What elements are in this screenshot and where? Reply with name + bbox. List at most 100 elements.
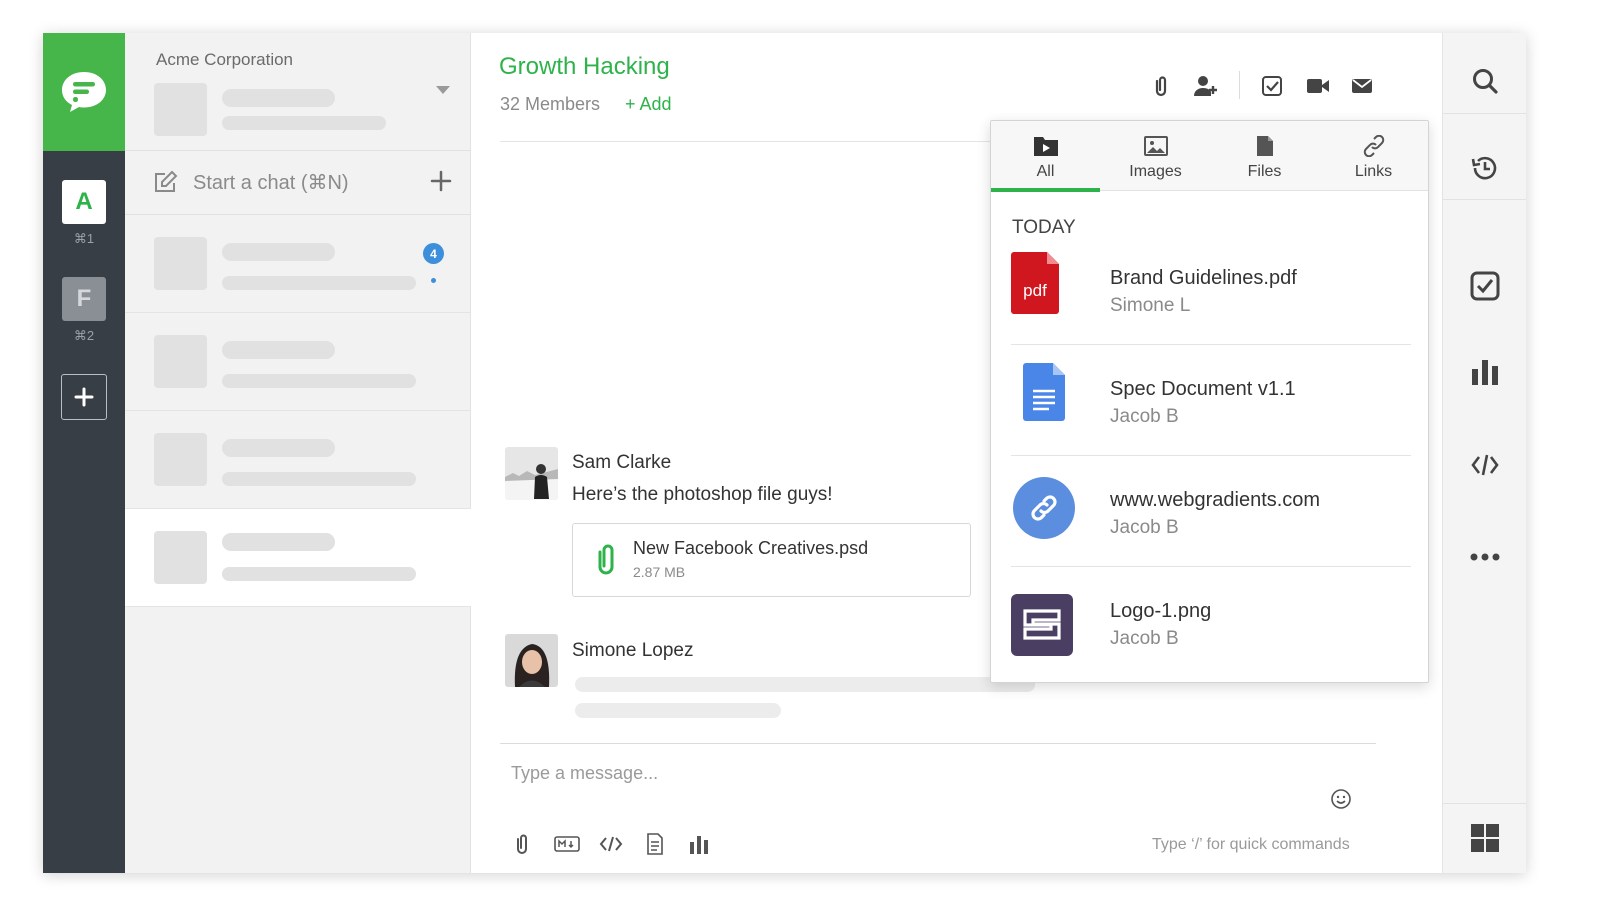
add-user-icon [1194,76,1217,96]
add-workspace-button[interactable] [61,374,107,420]
quick-commands-hint: Type ‘/’ for quick commands [1152,836,1350,853]
message-text: Here’s the photoshop file guys! [572,484,833,505]
file-name: www.webgradients.com [1110,489,1321,511]
emoji-button[interactable] [1330,788,1352,815]
simone-lopez-avatar-image [505,634,558,687]
file-icon [1256,136,1273,156]
tab-all[interactable]: All [991,121,1100,192]
more-button[interactable] [1468,540,1502,574]
app-logo[interactable] [43,33,125,151]
google-doc-icon [1023,363,1065,426]
history-button[interactable] [1468,151,1502,185]
channel-title: Growth Hacking [499,53,670,80]
workspace-f-button[interactable]: F [62,277,106,321]
svg-text:pdf: pdf [1023,281,1047,300]
envelope-icon [1352,79,1372,93]
markdown-button[interactable] [554,832,580,856]
chat-title-placeholder [222,243,335,261]
user-status-placeholder [222,116,386,130]
code-icon [599,836,623,852]
file-name: Spec Document v1.1 [1110,378,1296,400]
file-owner: Jacob B [1110,406,1179,427]
divider [1443,803,1526,804]
media-list-item[interactable]: Logo-1.png Jacob B [1011,567,1411,667]
apps-button[interactable] [1468,821,1502,855]
grid-icon [1471,824,1499,852]
attachment-size: 2.87 MB [633,564,686,580]
file-owner: Jacob B [1110,517,1179,538]
org-dropdown-caret-icon[interactable] [436,86,450,94]
chat-title-placeholder [222,439,335,457]
bar-chart-icon [690,836,708,854]
email-button[interactable] [1349,73,1375,99]
members-count[interactable]: 32 Members [500,94,600,115]
chat-list-item[interactable] [125,313,471,411]
link-icon [1363,135,1384,157]
new-chat-plus-button[interactable] [429,169,453,198]
chat-list-item-active[interactable] [125,509,471,607]
user-avatar-placeholder [154,83,207,136]
search-button[interactable] [1468,64,1502,98]
media-list-item[interactable]: pdf Brand Guidelines.pdf Simone L [1011,234,1411,345]
workspace-rail: A ⌘1 F ⌘2 [43,33,125,873]
plus-icon [74,387,94,407]
smiley-icon [1331,789,1351,809]
avatar[interactable] [505,634,558,687]
shared-media-popover: All Images Files Links TODAY pdf Brand G… [990,120,1429,683]
chat-title-placeholder [222,533,335,551]
unread-dot [431,278,436,283]
snippets-panel-button[interactable] [1468,448,1502,482]
message-text-placeholder [575,703,781,718]
note-button[interactable] [642,832,668,856]
media-list-item[interactable]: www.webgradients.com Jacob B [1011,456,1411,567]
add-members-link[interactable]: + Add [625,94,672,115]
chat-list-item[interactable] [125,215,471,313]
workspace-a-button[interactable]: A [62,180,106,224]
file-owner: Jacob B [1110,628,1179,649]
video-call-button[interactable] [1305,73,1331,99]
image-file-icon [1011,594,1073,661]
attachments-button[interactable] [1148,73,1174,99]
paperclip-icon [1155,76,1167,97]
add-member-button[interactable] [1193,73,1219,99]
tasks-panel-button[interactable] [1468,269,1502,303]
attach-file-button[interactable] [509,832,535,856]
tab-files[interactable]: Files [1210,121,1319,191]
toolbar-separator [1239,71,1240,99]
chat-preview-placeholder [222,276,416,290]
tab-links[interactable]: Links [1319,121,1428,191]
chat-preview-placeholder [222,374,416,388]
code-snippet-button[interactable] [598,832,624,856]
chat-list-item[interactable] [125,411,471,509]
media-list-item[interactable]: Spec Document v1.1 Jacob B [1011,345,1411,456]
start-chat-button[interactable]: Start a chat (⌘N) [153,169,349,195]
link-icon [1013,477,1075,544]
message-input[interactable] [511,763,1291,784]
compose-icon [155,170,178,192]
polls-panel-button[interactable] [1468,355,1502,389]
divider [125,150,471,151]
video-camera-icon [1307,79,1329,93]
chat-avatar-placeholder [154,237,207,290]
attachment-card[interactable]: New Facebook Creatives.psd 2.87 MB [572,523,971,597]
history-icon [1471,156,1497,180]
message-text-placeholder [575,677,1035,692]
poll-button[interactable] [686,832,712,856]
user-name-placeholder [222,89,335,107]
file-owner: Simone L [1110,295,1191,316]
folder-video-icon [1033,137,1058,156]
tab-images[interactable]: Images [1101,121,1210,191]
paperclip-icon [598,544,614,575]
divider [1443,199,1526,200]
avatar[interactable] [505,447,558,500]
chat-preview-placeholder [222,472,416,486]
chat-avatar-placeholder [154,433,207,486]
chat-preview-placeholder [222,567,416,581]
message-author: Simone Lopez [572,640,694,661]
workspace-f-shortcut: ⌘2 [73,328,95,343]
right-toolbar [1442,33,1526,873]
attachment-name: New Facebook Creatives.psd [633,538,869,558]
chat-title-placeholder [222,341,335,359]
tasks-button[interactable] [1259,73,1285,99]
more-dots-icon [1470,553,1500,561]
